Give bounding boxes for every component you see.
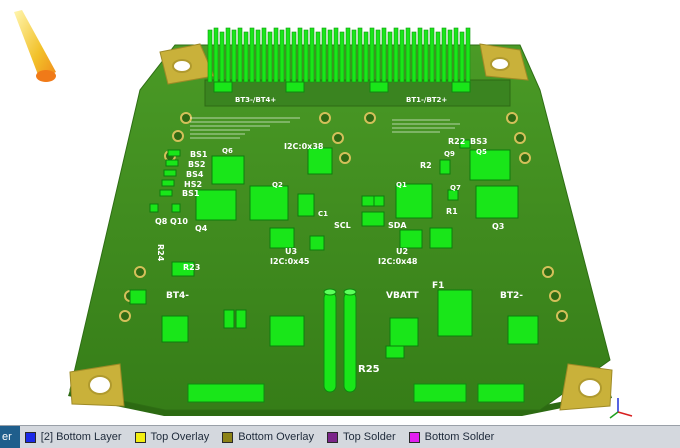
layer-tab-label: Bottom Solder [424,431,495,443]
label-bs1: BS1 [190,150,208,159]
label-u3: U3 [285,247,297,256]
label-c1: C1 [318,210,328,218]
label-bs3: BS3 [470,137,487,146]
layer-color-swatch [327,431,339,443]
label-r24: R24 [156,244,165,262]
label-bt1-bt2: BT1-/BT2+ [406,96,447,104]
label-bs1b: BS1 [182,189,200,198]
label-r22: R22 [448,137,465,146]
label-bt3-bt4: BT3-/BT4+ [235,96,276,104]
label-i2c-45: I2C:0x45 [270,257,310,266]
layer-tab-1[interactable]: [2] Bottom Layer [20,426,130,448]
layer-color-swatch [24,431,36,443]
label-q8: Q8 [155,217,168,226]
label-bt2-minus: BT2- [500,291,523,301]
layer-tab-label: Bottom Overlay [238,431,315,443]
pcb-3d-viewport[interactable]: BT3-/BT4+ BT1-/BT2+ BS1 BS2 BS4 HS2 BS1 … [0,0,680,425]
label-hs2: HS2 [184,180,202,189]
label-q1: Q1 [396,181,407,189]
label-q4: Q4 [195,224,208,233]
layer-tab-label: er [2,431,12,443]
layer-tab-label: Top Overlay [150,431,210,443]
label-q7: Q7 [450,184,461,192]
light-cone-icon [14,10,56,82]
label-r1: R1 [446,207,458,216]
layer-tab-label: Top Solder [343,431,396,443]
label-scl: SCL [334,221,351,230]
layer-color-swatch [134,431,146,443]
label-i2c-38: I2C:0x38 [284,142,324,151]
layer-tab-4[interactable]: Top Solder [322,426,404,448]
layer-tab-5[interactable]: Bottom Solder [404,426,503,448]
label-q3: Q3 [492,222,504,231]
label-q9: Q9 [444,150,455,158]
label-u2: U2 [396,247,408,256]
label-r25: R25 [358,364,380,375]
label-bs2: BS2 [188,160,205,169]
label-q5: Q5 [476,148,487,156]
label-bs4: BS4 [186,170,204,179]
layer-color-swatch [222,431,234,443]
layer-tab-3[interactable]: Bottom Overlay [217,426,322,448]
layer-tabs-bar: er [2] Bottom Layer Top Overlay Bottom Over… [0,425,680,448]
axis-gizmo-icon [609,398,633,419]
label-q10: Q10 [170,217,188,226]
label-vbatt: VBATT [386,291,419,301]
layer-tab-0[interactable]: er [0,426,20,448]
label-q2: Q2 [272,181,283,189]
label-q6: Q6 [222,147,233,155]
label-r23: R23 [183,263,200,272]
label-i2c-48: I2C:0x48 [378,257,418,266]
layer-tab-2[interactable]: Top Overlay [130,426,218,448]
label-r2: R2 [420,161,432,170]
label-sda: SDA [388,221,407,230]
label-f1: F1 [432,281,444,291]
layer-color-swatch [408,431,420,443]
layer-tab-label: [2] Bottom Layer [40,431,122,443]
label-bt4-minus: BT4- [166,291,189,301]
